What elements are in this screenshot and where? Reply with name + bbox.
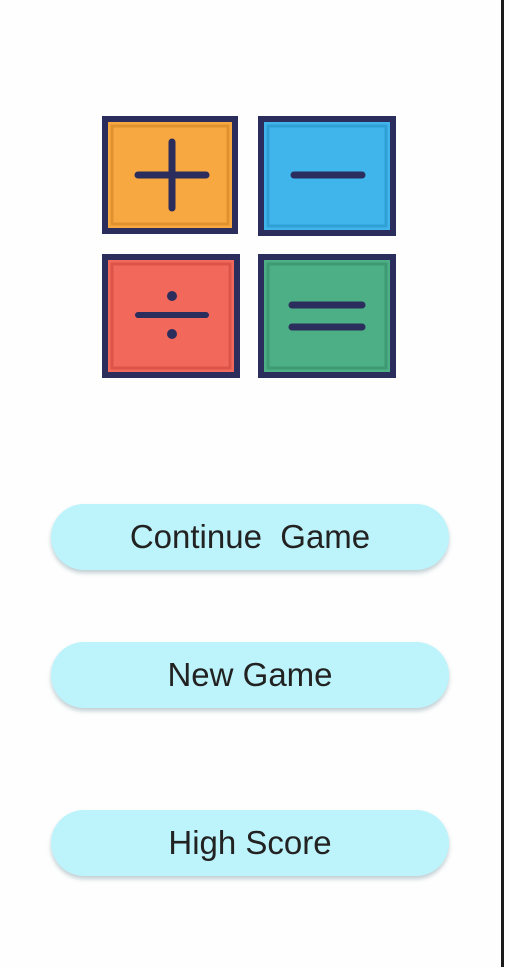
high-score-button[interactable]: High Score bbox=[51, 810, 449, 876]
equals-icon bbox=[258, 254, 396, 378]
logo-svg bbox=[102, 116, 396, 378]
math-operators-logo bbox=[98, 112, 400, 380]
minus-icon bbox=[258, 116, 396, 236]
plus-icon bbox=[102, 116, 238, 234]
continue-game-button[interactable]: Continue Game bbox=[51, 504, 449, 570]
main-menu-screen: Continue Game New Game High Score bbox=[0, 0, 508, 967]
screen-edge-divider bbox=[501, 0, 504, 967]
new-game-button[interactable]: New Game bbox=[51, 642, 449, 708]
divide-icon bbox=[102, 254, 240, 378]
